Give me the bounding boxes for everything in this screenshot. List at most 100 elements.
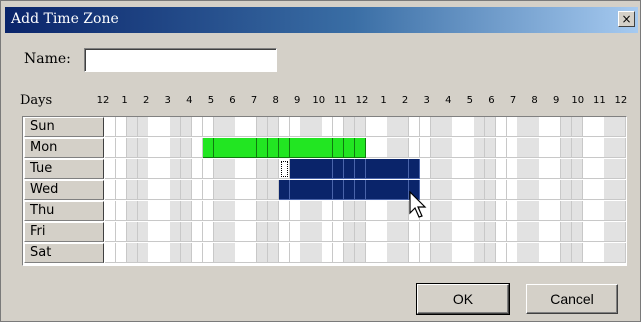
time-slot-cell[interactable] bbox=[180, 138, 193, 158]
time-slot-cell[interactable] bbox=[506, 117, 518, 137]
time-slot-cell[interactable] bbox=[343, 138, 356, 158]
time-slot-cell[interactable] bbox=[528, 201, 540, 221]
time-slot-cell[interactable] bbox=[474, 180, 486, 200]
time-slot-cell[interactable] bbox=[506, 243, 518, 263]
time-slot-cell[interactable] bbox=[289, 201, 301, 221]
time-slot-cell[interactable] bbox=[365, 222, 377, 242]
time-slot-cell[interactable] bbox=[224, 117, 236, 137]
time-slot-cell[interactable] bbox=[159, 222, 171, 242]
time-slot-cell[interactable] bbox=[398, 117, 410, 137]
time-slot-cell[interactable] bbox=[105, 201, 117, 221]
time-slot-cell[interactable] bbox=[246, 201, 258, 221]
title-bar[interactable]: Add Time Zone × bbox=[5, 7, 638, 33]
time-slot-cell[interactable] bbox=[560, 180, 573, 200]
time-slot-cell[interactable] bbox=[560, 159, 573, 179]
time-slot-cell[interactable] bbox=[289, 243, 301, 263]
time-slot-cell[interactable] bbox=[582, 222, 594, 242]
time-slot-cell[interactable] bbox=[430, 180, 442, 200]
time-slot-cell[interactable] bbox=[539, 243, 551, 263]
time-slot-cell[interactable] bbox=[202, 159, 215, 179]
time-slot-cell[interactable] bbox=[441, 201, 453, 221]
time-slot-cell[interactable] bbox=[550, 243, 562, 263]
time-slot-cell[interactable] bbox=[484, 138, 497, 158]
time-slot-cell[interactable] bbox=[332, 159, 345, 179]
time-slot-cell[interactable] bbox=[387, 159, 399, 179]
time-slot-cell[interactable] bbox=[148, 159, 160, 179]
time-slot-cell[interactable] bbox=[441, 117, 453, 137]
time-slot-cell[interactable] bbox=[235, 180, 247, 200]
time-slot-cell[interactable] bbox=[387, 138, 399, 158]
time-slot-cell[interactable] bbox=[105, 117, 117, 137]
time-slot-cell[interactable] bbox=[126, 222, 139, 242]
time-slot-cell[interactable] bbox=[430, 243, 442, 263]
time-slot-cell[interactable] bbox=[593, 201, 605, 221]
time-slot-cell[interactable] bbox=[495, 117, 508, 137]
time-slot-cell[interactable] bbox=[484, 201, 497, 221]
time-slot-cell[interactable] bbox=[267, 243, 280, 263]
time-slot-cell[interactable] bbox=[495, 243, 508, 263]
time-slot-cell[interactable] bbox=[126, 243, 139, 263]
time-slot-cell[interactable] bbox=[408, 159, 421, 179]
time-slot-cell[interactable] bbox=[115, 117, 128, 137]
day-label-mon[interactable]: Mon bbox=[24, 138, 104, 158]
day-label-tue[interactable]: Tue bbox=[24, 159, 104, 179]
time-slot-cell[interactable] bbox=[300, 159, 312, 179]
time-slot-cell[interactable] bbox=[517, 159, 529, 179]
time-slot-cell[interactable] bbox=[593, 243, 605, 263]
time-slot-cell[interactable] bbox=[191, 180, 204, 200]
time-slot-cell[interactable] bbox=[105, 243, 117, 263]
time-slot-cell[interactable] bbox=[615, 159, 626, 179]
time-slot-cell[interactable] bbox=[126, 159, 139, 179]
time-slot-cell[interactable] bbox=[408, 117, 421, 137]
time-slot-cell[interactable] bbox=[474, 243, 486, 263]
time-slot-cell[interactable] bbox=[289, 138, 301, 158]
time-slot-cell[interactable] bbox=[246, 243, 258, 263]
time-slot-cell[interactable] bbox=[289, 117, 301, 137]
time-slot-cell[interactable] bbox=[571, 201, 584, 221]
time-slot-cell[interactable] bbox=[571, 243, 584, 263]
time-slot-cell[interactable] bbox=[267, 222, 280, 242]
time-slot-cell[interactable] bbox=[202, 201, 215, 221]
time-slot-cell[interactable] bbox=[365, 201, 377, 221]
time-slot-cell[interactable] bbox=[137, 117, 149, 137]
time-slot-cell[interactable] bbox=[484, 159, 497, 179]
time-slot-cell[interactable] bbox=[115, 243, 128, 263]
time-slot-cell[interactable] bbox=[235, 138, 247, 158]
time-slot-cell[interactable] bbox=[593, 138, 605, 158]
time-slot-cell[interactable] bbox=[539, 159, 551, 179]
time-slot-cell[interactable] bbox=[202, 243, 215, 263]
time-slot-cell[interactable] bbox=[213, 159, 225, 179]
time-slot-cell[interactable] bbox=[582, 117, 594, 137]
time-slot-cell[interactable] bbox=[560, 222, 573, 242]
time-slot-cell[interactable] bbox=[474, 222, 486, 242]
time-slot-cell[interactable] bbox=[148, 180, 160, 200]
time-slot-cell[interactable] bbox=[604, 222, 616, 242]
time-slot-cell[interactable] bbox=[213, 201, 225, 221]
time-slot-cell[interactable] bbox=[365, 138, 377, 158]
time-slot-cell[interactable] bbox=[137, 243, 149, 263]
time-slot-cell[interactable] bbox=[365, 159, 377, 179]
time-slot-cell[interactable] bbox=[246, 138, 258, 158]
time-slot-cell[interactable] bbox=[419, 138, 432, 158]
time-slot-cell[interactable] bbox=[105, 222, 117, 242]
time-slot-cell[interactable] bbox=[180, 243, 193, 263]
time-slot-cell[interactable] bbox=[452, 159, 464, 179]
time-slot-cell[interactable] bbox=[105, 180, 117, 200]
time-slot-cell[interactable] bbox=[376, 117, 388, 137]
time-slot-cell[interactable] bbox=[180, 159, 193, 179]
time-slot-cell[interactable] bbox=[256, 180, 269, 200]
time-slot-cell[interactable] bbox=[582, 201, 594, 221]
day-label-fri[interactable]: Fri bbox=[24, 222, 104, 242]
time-slot-cell[interactable] bbox=[571, 180, 584, 200]
time-slot-cell[interactable] bbox=[441, 180, 453, 200]
time-slot-cell[interactable] bbox=[126, 138, 139, 158]
time-slot-cell[interactable] bbox=[170, 180, 182, 200]
time-slot-cell[interactable] bbox=[224, 222, 236, 242]
time-slot-cell[interactable] bbox=[278, 159, 290, 179]
time-slot-cell[interactable] bbox=[224, 138, 236, 158]
time-slot-cell[interactable] bbox=[191, 201, 204, 221]
time-slot-cell[interactable] bbox=[278, 180, 290, 200]
time-slot-cell[interactable] bbox=[560, 138, 573, 158]
time-slot-cell[interactable] bbox=[593, 222, 605, 242]
time-slot-cell[interactable] bbox=[256, 117, 269, 137]
